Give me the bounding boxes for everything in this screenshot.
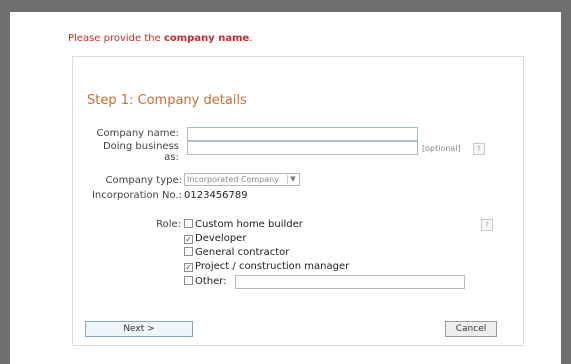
role-option-general-contractor[interactable]: General contractor (184, 247, 289, 258)
checkbox-checked[interactable]: ✓ (184, 235, 193, 244)
role-option-other[interactable]: Other: (184, 276, 227, 287)
step-title: Step 1: Company details (87, 93, 247, 108)
error-prefix: Please provide the (68, 33, 164, 44)
checkbox[interactable] (184, 247, 193, 256)
role-option-project-construction-manager[interactable]: ✓ Project / construction manager (184, 261, 349, 272)
role-label-text: General contractor (195, 247, 290, 258)
checkbox[interactable] (184, 219, 193, 228)
role-label-text: Developer (195, 233, 247, 244)
chevron-down-icon: ▼ (287, 175, 298, 184)
role-label-text: Project / construction manager (195, 261, 350, 272)
company-name-label: Company name: (96, 128, 179, 139)
company-type-selected: Incorporated Company (187, 175, 279, 184)
role-option-developer[interactable]: ✓ Developer (184, 233, 246, 244)
role-option-custom-home-builder[interactable]: Custom home builder (184, 219, 303, 230)
incorporation-value: 0123456789 (184, 190, 248, 201)
role-label: Role: (156, 219, 181, 230)
role-label-text: Other: (195, 276, 227, 287)
company-type-select[interactable]: Incorporated Company ▼ (184, 173, 300, 186)
dba-label: Doing business as: (102, 141, 179, 163)
error-field: company name (163, 33, 250, 44)
company-name-input[interactable] (187, 127, 418, 141)
optional-note: [optional] (422, 144, 461, 153)
checkbox[interactable] (184, 276, 193, 285)
dba-help-icon[interactable]: ? (473, 143, 485, 155)
next-button[interactable]: Next > (85, 321, 193, 337)
checkbox-checked[interactable]: ✓ (184, 263, 193, 272)
cancel-button[interactable]: Cancel (445, 321, 497, 337)
incorporation-label: Incorporation No.: (91, 190, 182, 201)
page: Please provide the company name. Step 1:… (10, 12, 561, 364)
form-panel: Step 1: Company details Company name: Do… (72, 56, 524, 346)
role-help-icon[interactable]: ? (481, 219, 493, 231)
company-type-label: Company type: (105, 175, 182, 186)
other-role-input[interactable] (235, 275, 465, 289)
error-suffix: . (249, 33, 253, 44)
role-label-text: Custom home builder (195, 219, 303, 230)
error-message: Please provide the company name. (68, 33, 252, 44)
dba-input[interactable] (187, 141, 418, 155)
